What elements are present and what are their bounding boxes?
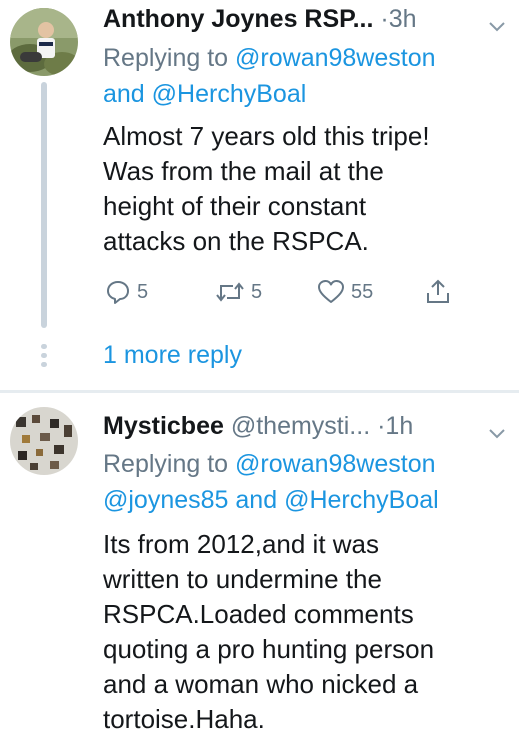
tweet-text-line: RSPCA.Loaded comments <box>103 599 414 629</box>
retweet-icon <box>215 279 245 305</box>
mention-conjunction: and <box>103 80 145 108</box>
tweet-header: Anthony Joynes RSP... ·3h <box>103 2 507 36</box>
replying-to-label: Replying to <box>103 44 229 72</box>
tweet-2[interactable]: Mysticbee @themysti... ·1h Replying to @… <box>0 393 519 734</box>
like-icon <box>317 279 345 305</box>
more-replies-link[interactable]: 1 more reply <box>103 338 242 372</box>
mention-conjunction: and <box>235 486 278 514</box>
author-name[interactable]: Anthony Joynes RSP... <box>103 5 373 33</box>
chevron-down-icon[interactable] <box>487 10 507 32</box>
like-button[interactable]: 55 <box>317 273 373 311</box>
tweet-text: Almost 7 years old this tripe! Was from … <box>103 119 509 259</box>
separator: · <box>380 5 389 33</box>
reply-button[interactable]: 5 <box>105 273 148 311</box>
tweet-text-line: attacks on the RSPCA. <box>103 226 369 256</box>
thread-line <box>41 82 47 328</box>
like-count: 55 <box>351 280 374 303</box>
tweet-1[interactable]: Anthony Joynes RSP... ·3h Replying to @r… <box>0 0 519 393</box>
action-bar: 5 5 55 <box>103 273 483 311</box>
avatar[interactable] <box>10 8 78 76</box>
tweet-text-line: Was from the mail at the <box>103 156 384 186</box>
retweet-button[interactable]: 5 <box>215 273 262 311</box>
tweet-text-line: Its from 2012,and it was <box>103 529 380 559</box>
tweet-text-line: tortoise.Haha. <box>103 704 265 734</box>
reply-icon <box>105 279 131 305</box>
mention-link[interactable]: @joynes85 <box>103 486 228 514</box>
tweet-text: Its from 2012,and it was written to unde… <box>103 527 509 737</box>
chevron-down-icon[interactable] <box>487 417 507 439</box>
author-handle[interactable]: @themysti... <box>231 412 370 440</box>
replying-to-label: Replying to <box>103 450 229 478</box>
timestamp[interactable]: 3h <box>389 5 417 33</box>
author-name[interactable]: Mysticbee <box>103 412 224 440</box>
replying-to: Replying to @rowan98weston @joynes85 and… <box>103 446 509 518</box>
replying-to: Replying to @rowan98weston and @HerchyBo… <box>103 40 509 112</box>
mention-link[interactable]: @HerchyBoal <box>284 486 439 514</box>
tweet-text-line: quoting a pro hunting person <box>103 634 435 664</box>
tweet-text-line: Almost 7 years old this tripe! <box>103 121 430 151</box>
share-icon <box>425 279 451 305</box>
mention-link[interactable]: @HerchyBoal <box>152 80 307 108</box>
avatar[interactable] <box>10 407 78 475</box>
retweet-count: 5 <box>251 280 263 303</box>
tweet-text-line: written to undermine the <box>103 564 382 594</box>
mention-link[interactable]: @rowan98weston <box>235 44 436 72</box>
tweet-text-line: height of their constant <box>103 191 367 221</box>
tweet-text-line: and a woman who nicked a <box>103 669 419 699</box>
timestamp[interactable]: 1h <box>385 412 413 440</box>
reply-count: 5 <box>137 280 149 303</box>
mention-link[interactable]: @rowan98weston <box>235 450 436 478</box>
tweet-header: Mysticbee @themysti... ·1h <box>103 409 507 443</box>
thread-dots <box>41 344 47 368</box>
share-button[interactable] <box>425 273 451 311</box>
